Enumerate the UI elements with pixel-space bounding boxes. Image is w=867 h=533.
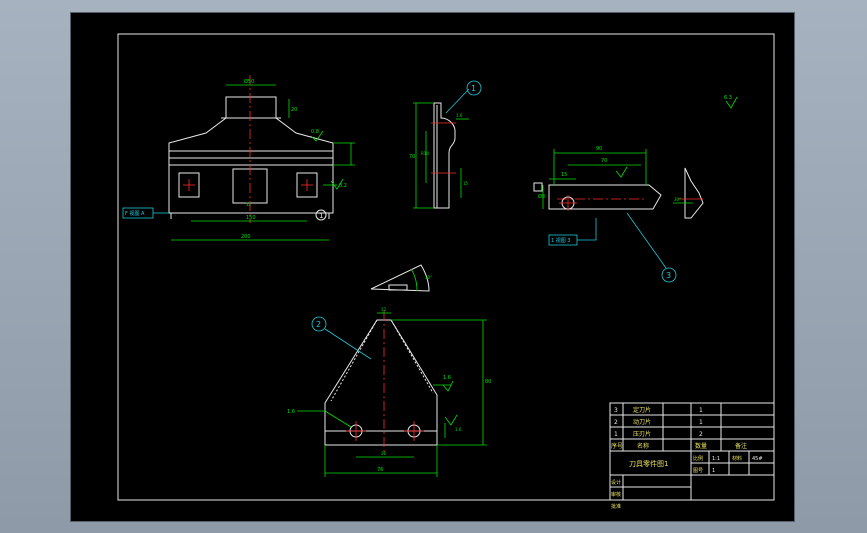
view-tag-right-text: 1 视图 3 (551, 237, 571, 244)
material-label: 材料 (732, 455, 742, 462)
svg-text:3.2: 3.2 (339, 183, 347, 189)
hole-note: 1.6 (287, 409, 295, 415)
drawing-name: 刀具零件图1 (629, 459, 668, 468)
svg-text:30°: 30° (674, 197, 681, 202)
drawing-canvas[interactable]: Ø50 20 200 150 0.8 3.2 32 F 视图 A 1 70 R1… (70, 12, 795, 522)
svg-text:200: 200 (241, 234, 251, 240)
svg-text:Ø8: Ø8 (538, 193, 545, 200)
part-2-name: 动刀片 (633, 418, 651, 426)
header-remark: 备注 (735, 442, 747, 450)
material-value: 45# (752, 456, 763, 462)
svg-text:Ø50: Ø50 (244, 78, 254, 85)
svg-text:30°: 30° (425, 275, 432, 280)
part-3-no: 3 (614, 407, 618, 414)
balloon-2-text: 2 (316, 320, 321, 329)
cad-drawing: Ø50 20 200 150 0.8 3.2 32 F 视图 A 1 70 R1… (117, 33, 775, 510)
svg-text:76: 76 (377, 467, 383, 473)
svg-text:90: 90 (596, 146, 602, 152)
roughness-global: 6.3 (724, 95, 732, 101)
header-no: 序号 (611, 442, 623, 450)
sheet-label: 图号 (693, 468, 703, 474)
balloon-3-text: 3 (666, 271, 671, 280)
drawing-border (117, 33, 775, 501)
part-1-no: 1 (614, 431, 618, 438)
svg-text:80: 80 (485, 379, 491, 385)
part-1-name: 压刃片 (633, 430, 651, 438)
part-3-qty: 1 (699, 407, 703, 414)
svg-text:70: 70 (409, 154, 415, 160)
balloon-1-text: 1 (471, 84, 476, 93)
svg-text:32: 32 (246, 202, 252, 207)
svg-text:20: 20 (291, 107, 297, 113)
scale-value: 1:1 (712, 456, 720, 462)
title-block (609, 402, 775, 501)
svg-text:R10: R10 (421, 151, 429, 156)
roughness-blade: 1.6 (443, 375, 451, 381)
svg-text:15: 15 (463, 181, 469, 186)
header-qty: 数量 (695, 442, 707, 450)
side-view-blade: 70 R10 15 1.6 (409, 88, 470, 209)
part-2-no: 2 (614, 419, 618, 426)
moving-blade-view: 12 80 76 36 1.6 1.6 (297, 307, 491, 477)
header-name: 名称 (637, 442, 649, 450)
part-1-qty: 2 (699, 431, 703, 438)
svg-text:15: 15 (561, 172, 567, 178)
view-tag-left-text: F 视图 A (125, 210, 145, 217)
svg-text:36: 36 (381, 451, 387, 456)
svg-text:1.6: 1.6 (455, 427, 462, 432)
part-3-name: 定刀片 (633, 406, 651, 414)
angle-detail: 30° (370, 264, 432, 292)
svg-text:70: 70 (601, 158, 607, 164)
svg-text:1.6: 1.6 (456, 113, 463, 118)
part-2-qty: 1 (699, 419, 703, 426)
sheet-value: 1 (712, 468, 715, 474)
svg-text:12: 12 (381, 307, 387, 312)
svg-text:150: 150 (246, 215, 256, 221)
balloon-1-small-text: 1 (319, 212, 323, 220)
fixed-blade-view: 90 70 15 Ø8 30° (533, 146, 704, 219)
designer-label: 设计 (611, 479, 621, 486)
svg-text:0.8: 0.8 (311, 129, 319, 135)
checker-label: 审核 (611, 491, 621, 498)
front-view-holder: Ø50 20 200 150 0.8 3.2 32 (168, 75, 355, 241)
scale-label: 比例 (693, 455, 703, 462)
approver-label: 批准 (611, 503, 621, 510)
application-background: Ø50 20 200 150 0.8 3.2 32 F 视图 A 1 70 R1… (0, 0, 867, 533)
